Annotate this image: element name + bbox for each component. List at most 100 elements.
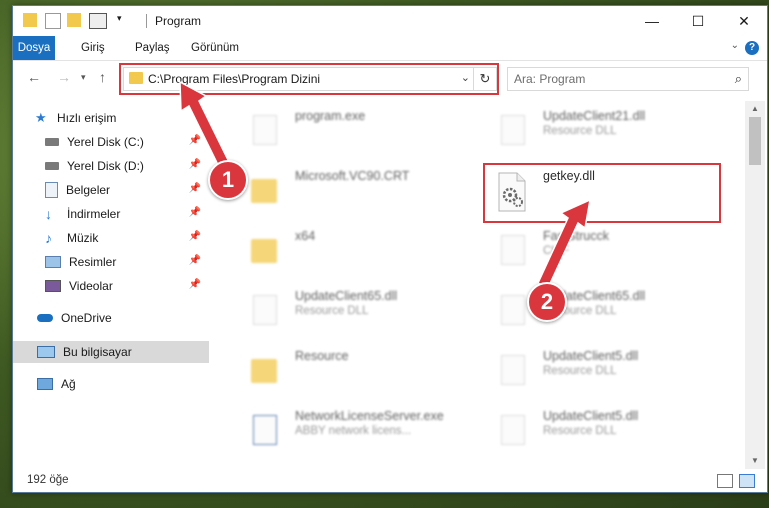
file-name: UpdateClient65.dll — [295, 289, 398, 303]
pictures-icon — [45, 256, 61, 268]
sidebar-item-disk-d[interactable]: Yerel Disk (D:) 📌 — [13, 155, 209, 177]
file-type: ABBY network licens... — [295, 425, 412, 437]
vertical-scrollbar[interactable]: ▲ ▼ — [745, 101, 765, 469]
exe-icon — [247, 111, 281, 153]
scroll-up-icon[interactable]: ▲ — [745, 101, 765, 117]
file-item[interactable]: UpdateClient65.dll Resource DLL — [485, 285, 725, 345]
status-bar: 192 öğe — [13, 469, 767, 492]
cloud-icon — [37, 314, 53, 322]
file-item[interactable]: FastStrucck CK F — [485, 225, 725, 285]
help-icon[interactable]: ? — [745, 41, 759, 55]
up-icon[interactable]: ↑ — [99, 69, 106, 85]
file-item[interactable]: UpdateClient21.dll Resource DLL — [485, 105, 725, 165]
ribbon-expand-icon[interactable]: ⌄ — [731, 40, 739, 51]
tab-giris[interactable]: Giriş — [73, 36, 113, 60]
file-name: x64 — [295, 229, 316, 243]
file-type: Resource DLL — [543, 425, 617, 437]
file-name: program.exe — [295, 109, 366, 123]
sidebar-item-onedrive[interactable]: OneDrive — [13, 307, 209, 329]
title-bar: ▾ Program — ☐ ✕ — [13, 6, 767, 36]
exe-icon — [247, 411, 281, 453]
search-input[interactable]: Ara: Program ⌕ — [507, 67, 749, 91]
sidebar-item-quick-access[interactable]: ★ Hızlı erişim — [13, 107, 209, 129]
pin-icon[interactable]: 📌 — [189, 159, 201, 170]
file-item[interactable]: NetworkLicenseServer.exe ABBY network li… — [237, 405, 477, 465]
music-icon: ♪ — [45, 230, 52, 246]
documents-icon — [45, 182, 58, 198]
folder-icon — [247, 351, 281, 393]
properties-icon[interactable] — [45, 13, 61, 29]
file-icon — [495, 231, 529, 273]
folder-item[interactable]: x64 — [237, 225, 477, 285]
view-options-icon[interactable] — [89, 13, 107, 29]
dll-icon — [495, 111, 529, 153]
sidebar-item-network[interactable]: Ağ — [13, 373, 209, 395]
sidebar-item-muzik[interactable]: ♪ Müzik 📌 — [13, 227, 209, 249]
sidebar-item-label: Müzik — [67, 231, 99, 245]
details-view-icon[interactable] — [717, 474, 733, 488]
star-icon: ★ — [35, 110, 47, 125]
pin-icon[interactable]: 📌 — [189, 135, 201, 146]
dll-icon — [495, 291, 529, 333]
file-name: UpdateClient5.dll — [543, 409, 639, 423]
file-item[interactable]: UpdateClient5.dll Resource DLL — [485, 405, 725, 465]
forward-icon[interactable]: → — [57, 69, 71, 85]
ribbon-tabs: Dosya Giriş Paylaş Görünüm ⌄ ? — [13, 36, 767, 61]
file-name: Resource — [295, 349, 349, 363]
folder-item[interactable]: Microsoft.VC90.CRT — [237, 165, 477, 225]
item-count: 192 öğe — [27, 474, 69, 486]
sidebar-item-indirmeler[interactable]: ↓ İndirmeler 📌 — [13, 203, 209, 225]
step-badge-2: 2 — [527, 282, 567, 322]
folder-item[interactable]: Resource — [237, 345, 477, 405]
customize-toolbar-icon[interactable]: ▾ — [117, 13, 127, 27]
file-item[interactable]: UpdateClient65.dll Resource DLL — [237, 285, 477, 345]
sidebar-item-label: Yerel Disk (D:) — [67, 159, 144, 173]
recent-locations-icon[interactable]: ▾ — [81, 72, 86, 83]
sidebar-item-label: Bu bilgisayar — [63, 345, 132, 359]
sidebar-item-resimler[interactable]: Resimler 📌 — [13, 251, 209, 273]
sidebar-item-this-pc[interactable]: Bu bilgisayar — [13, 341, 209, 363]
maximize-button[interactable]: ☐ — [675, 6, 721, 36]
dll-icon — [495, 411, 529, 453]
file-name: NetworkLicenseServer.exe — [295, 409, 444, 423]
large-icons-view-icon[interactable] — [739, 474, 755, 488]
file-list: program.exe Microsoft.VC90.CRT x64 Updat… — [209, 101, 745, 469]
computer-icon — [37, 346, 55, 358]
file-item[interactable]: program.exe — [237, 105, 477, 165]
back-icon[interactable]: ← — [27, 69, 41, 85]
dll-icon — [247, 291, 281, 333]
sidebar-item-label: Hızlı erişim — [57, 111, 117, 125]
tab-dosya[interactable]: Dosya — [13, 36, 55, 60]
pin-icon[interactable]: 📌 — [189, 255, 201, 266]
pin-icon[interactable]: 📌 — [189, 207, 201, 218]
sidebar-item-disk-c[interactable]: Yerel Disk (C:) 📌 — [13, 131, 209, 153]
drive-icon — [45, 138, 59, 146]
videos-icon — [45, 280, 61, 292]
scroll-down-icon[interactable]: ▼ — [745, 453, 765, 469]
sidebar-item-belgeler[interactable]: Belgeler 📌 — [13, 179, 209, 201]
tab-gorunum[interactable]: Görünüm — [183, 36, 247, 60]
file-type: Resource DLL — [543, 365, 617, 377]
download-icon: ↓ — [45, 206, 52, 222]
scroll-thumb[interactable] — [749, 117, 761, 165]
navigation-pane: ★ Hızlı erişim Yerel Disk (C:) 📌 Yerel D… — [13, 101, 209, 469]
file-item[interactable]: UpdateClient5.dll Resource DLL — [485, 345, 725, 405]
sidebar-item-label: Ağ — [61, 377, 76, 391]
drive-icon — [45, 162, 59, 170]
close-button[interactable]: ✕ — [721, 6, 767, 36]
pin-icon[interactable]: 📌 — [189, 183, 201, 194]
navigation-bar: ← → ▾ ↑ C:\Program Files\Program Dizini … — [13, 61, 767, 95]
file-name: Microsoft.VC90.CRT — [295, 169, 410, 183]
tab-paylas[interactable]: Paylaş — [127, 36, 178, 60]
file-name: UpdateClient21.dll — [543, 109, 646, 123]
new-folder-icon[interactable] — [67, 13, 81, 27]
pin-icon[interactable]: 📌 — [189, 279, 201, 290]
minimize-button[interactable]: — — [629, 6, 675, 36]
sidebar-item-label: Resimler — [69, 255, 117, 269]
search-icon: ⌕ — [734, 71, 742, 86]
pin-icon[interactable]: 📌 — [189, 231, 201, 242]
address-highlight — [119, 63, 499, 95]
folder-icon — [247, 171, 281, 213]
sidebar-item-videolar[interactable]: Videolar 📌 — [13, 275, 209, 297]
folder-icon — [23, 13, 37, 27]
